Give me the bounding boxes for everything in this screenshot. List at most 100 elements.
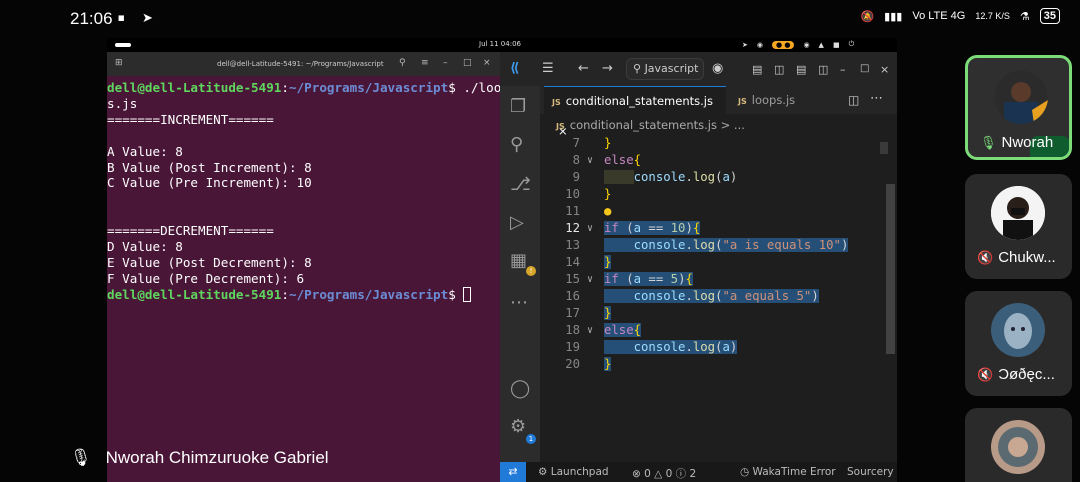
minimap-slider (880, 142, 888, 154)
participant-name-text: Nworah (1001, 134, 1054, 151)
vscode-window[interactable]: ⟪ ☰ ← → ⚲ Javascript ◉ ▤ ◫ ▤ ◫ – □ × ❐ ⚲… (500, 52, 897, 482)
split-editor-icon[interactable]: ◫ (848, 93, 859, 107)
sourcery-item[interactable]: Sourcery A (847, 466, 897, 478)
mic-on-icon: 🎙 (980, 134, 997, 150)
line-number: 11 (565, 204, 580, 218)
code-line: 14} (540, 255, 880, 272)
prompt-line: dell@dell-Latitude-5491:~/Programs/Javas… (107, 80, 509, 95)
search-icon[interactable]: ⚲ (399, 58, 406, 68)
fold-chevron-icon[interactable]: ∨ (587, 325, 593, 336)
tab-conditional-statements[interactable]: JS conditional_statements.js × (544, 86, 726, 138)
fold-chevron-icon[interactable]: ∨ (587, 274, 593, 285)
code-line: 13 console.log("a is equals 10") (540, 238, 880, 255)
line-number: 17 (565, 306, 580, 320)
accounts-icon[interactable]: ◯ (510, 378, 530, 399)
tab-label: loops.js (751, 93, 796, 107)
source-control-icon[interactable]: ⎇ (510, 174, 531, 195)
wifi-tray-icon: ▲ (818, 40, 824, 49)
prompt-user: dell@dell-Latitude-5491 (107, 286, 282, 302)
terminal-window[interactable]: ⊞ dell@dell-Latitude-5491: ~/Programs/Ja… (107, 52, 509, 482)
code-line: 12 ∨ if (a == 10){ (540, 221, 880, 238)
minimize-icon[interactable]: – (443, 58, 448, 68)
settings-gear-icon[interactable]: ⚙ (510, 416, 526, 437)
avatar (991, 186, 1045, 240)
remote-indicator-icon[interactable]: ⇄ (500, 462, 526, 482)
explorer-icon[interactable]: ❐ (510, 96, 526, 117)
tab-loops[interactable]: JS loops.js (730, 86, 810, 114)
command-center-search[interactable]: ⚲ Javascript (626, 58, 704, 80)
editor-tabs: JS conditional_statements.js × JS loops.js… (540, 86, 897, 138)
microphone-icon: 🎙 (70, 448, 92, 467)
fold-chevron-icon[interactable]: ∨ (587, 223, 593, 234)
toggle-sidebar-icon[interactable]: ◫ (774, 63, 784, 76)
maximize-icon[interactable]: □ (860, 63, 869, 74)
breadcrumb[interactable]: JS conditional_statements.js > ... (556, 118, 745, 132)
code-text: console.log("a is equals 10") (604, 238, 849, 252)
minimize-icon[interactable]: – (840, 63, 846, 76)
search-label: Javascript (644, 62, 699, 75)
prompt-command-wrap: s.js (107, 95, 138, 111)
toggle-aux-icon[interactable]: ◫ (818, 63, 828, 76)
lightbulb-icon[interactable]: ● (604, 204, 611, 218)
chrome-tray-icon: ◉ (756, 40, 763, 49)
settings-badge: 1 (526, 434, 536, 444)
toggle-panel-icon[interactable]: ▤ (796, 63, 806, 76)
layout-icon[interactable]: ▤ (752, 63, 762, 76)
errors-count: 0 (644, 468, 651, 480)
code-editor[interactable]: 7} 8 ∨ else{ 9 console.log(a) 10} 11 ● 12 ∨ i… (540, 136, 880, 456)
close-icon[interactable]: × (880, 63, 889, 76)
problems-item[interactable]: ⊗ 0 △ 0 ⓘ 2 (632, 466, 696, 481)
search-icon[interactable]: ⚲ (510, 134, 523, 155)
output-line: C Value (Pre Increment): 10 (107, 175, 312, 191)
participant-tile[interactable] (965, 408, 1072, 482)
participant-tile[interactable]: 🔇 Ɔøðęc... (965, 291, 1072, 396)
vscode-titlebar: ⟪ ☰ ← → ⚲ Javascript ◉ ▤ ◫ ▤ ◫ – □ × (500, 52, 897, 86)
more-actions-icon[interactable]: ⋯ (870, 91, 883, 106)
run-debug-icon[interactable]: ▷ (510, 212, 524, 233)
hamburger-menu-icon[interactable]: ☰ (542, 61, 554, 76)
terminal-title: dell@dell-Latitude-5491: ~/Programs/Java… (217, 60, 384, 68)
telegram-tray-icon: ➤ (742, 40, 748, 49)
volume-tray-icon: ■ (832, 40, 840, 49)
update-tray-icon: ◉ (803, 40, 810, 49)
code-line: 11 ● (540, 204, 880, 221)
new-tab-icon[interactable]: ⊞ (115, 58, 123, 68)
forward-arrow-icon[interactable]: → (602, 61, 613, 76)
participant-tile[interactable]: 🎙 Nworah (965, 55, 1072, 160)
mic-off-icon: 🔇 (977, 366, 994, 382)
info-count: 2 (689, 468, 697, 480)
wakatime-item[interactable]: ◷ WakaTime Error (740, 466, 836, 478)
code-text: if (a == 10){ (604, 221, 701, 235)
more-icon[interactable]: ⋯ (510, 292, 528, 313)
code-text: } (604, 136, 612, 150)
code-text: } (604, 187, 612, 201)
minimap-scrollbar[interactable] (878, 136, 897, 462)
line-number: 8 (572, 153, 580, 167)
mic-off-icon: 🔇 (977, 249, 994, 265)
participant-tile[interactable]: 🔇 Chukw... (965, 174, 1072, 279)
close-icon[interactable]: × (483, 58, 491, 68)
output-line: D Value: 8 (107, 239, 183, 255)
avatar (991, 420, 1045, 474)
flask-icon: ⚗ (1019, 10, 1030, 23)
fold-chevron-icon[interactable]: ∨ (587, 155, 593, 166)
menu-icon[interactable]: ≡ (421, 58, 429, 68)
prompt-line: dell@dell-Latitude-5491:~/Programs/Javas… (107, 286, 472, 302)
maximize-icon[interactable]: □ (463, 58, 472, 68)
warnings-count: 0 (665, 468, 673, 480)
code-line: 19 console.log(a) (540, 340, 880, 357)
avatar (991, 303, 1045, 357)
js-file-icon: JS (552, 98, 561, 107)
code-text: } (604, 357, 612, 371)
terminal-titlebar: ⊞ dell@dell-Latitude-5491: ~/Programs/Ja… (107, 52, 500, 76)
launchpad-item[interactable]: ⚙ Launchpad (538, 466, 609, 478)
line-number: 14 (565, 255, 580, 269)
terminal-cursor[interactable] (463, 286, 472, 302)
prompt-user: dell@dell-Latitude-5491 (107, 80, 282, 95)
output-line: A Value: 8 (107, 143, 183, 159)
extensions-icon[interactable]: ▦ (510, 250, 527, 271)
copilot-icon[interactable]: ◉ (712, 61, 723, 76)
prompt-path: ~/Programs/Javascript (288, 80, 449, 95)
back-arrow-icon[interactable]: ← (578, 61, 589, 76)
js-file-icon: JS (556, 122, 565, 131)
